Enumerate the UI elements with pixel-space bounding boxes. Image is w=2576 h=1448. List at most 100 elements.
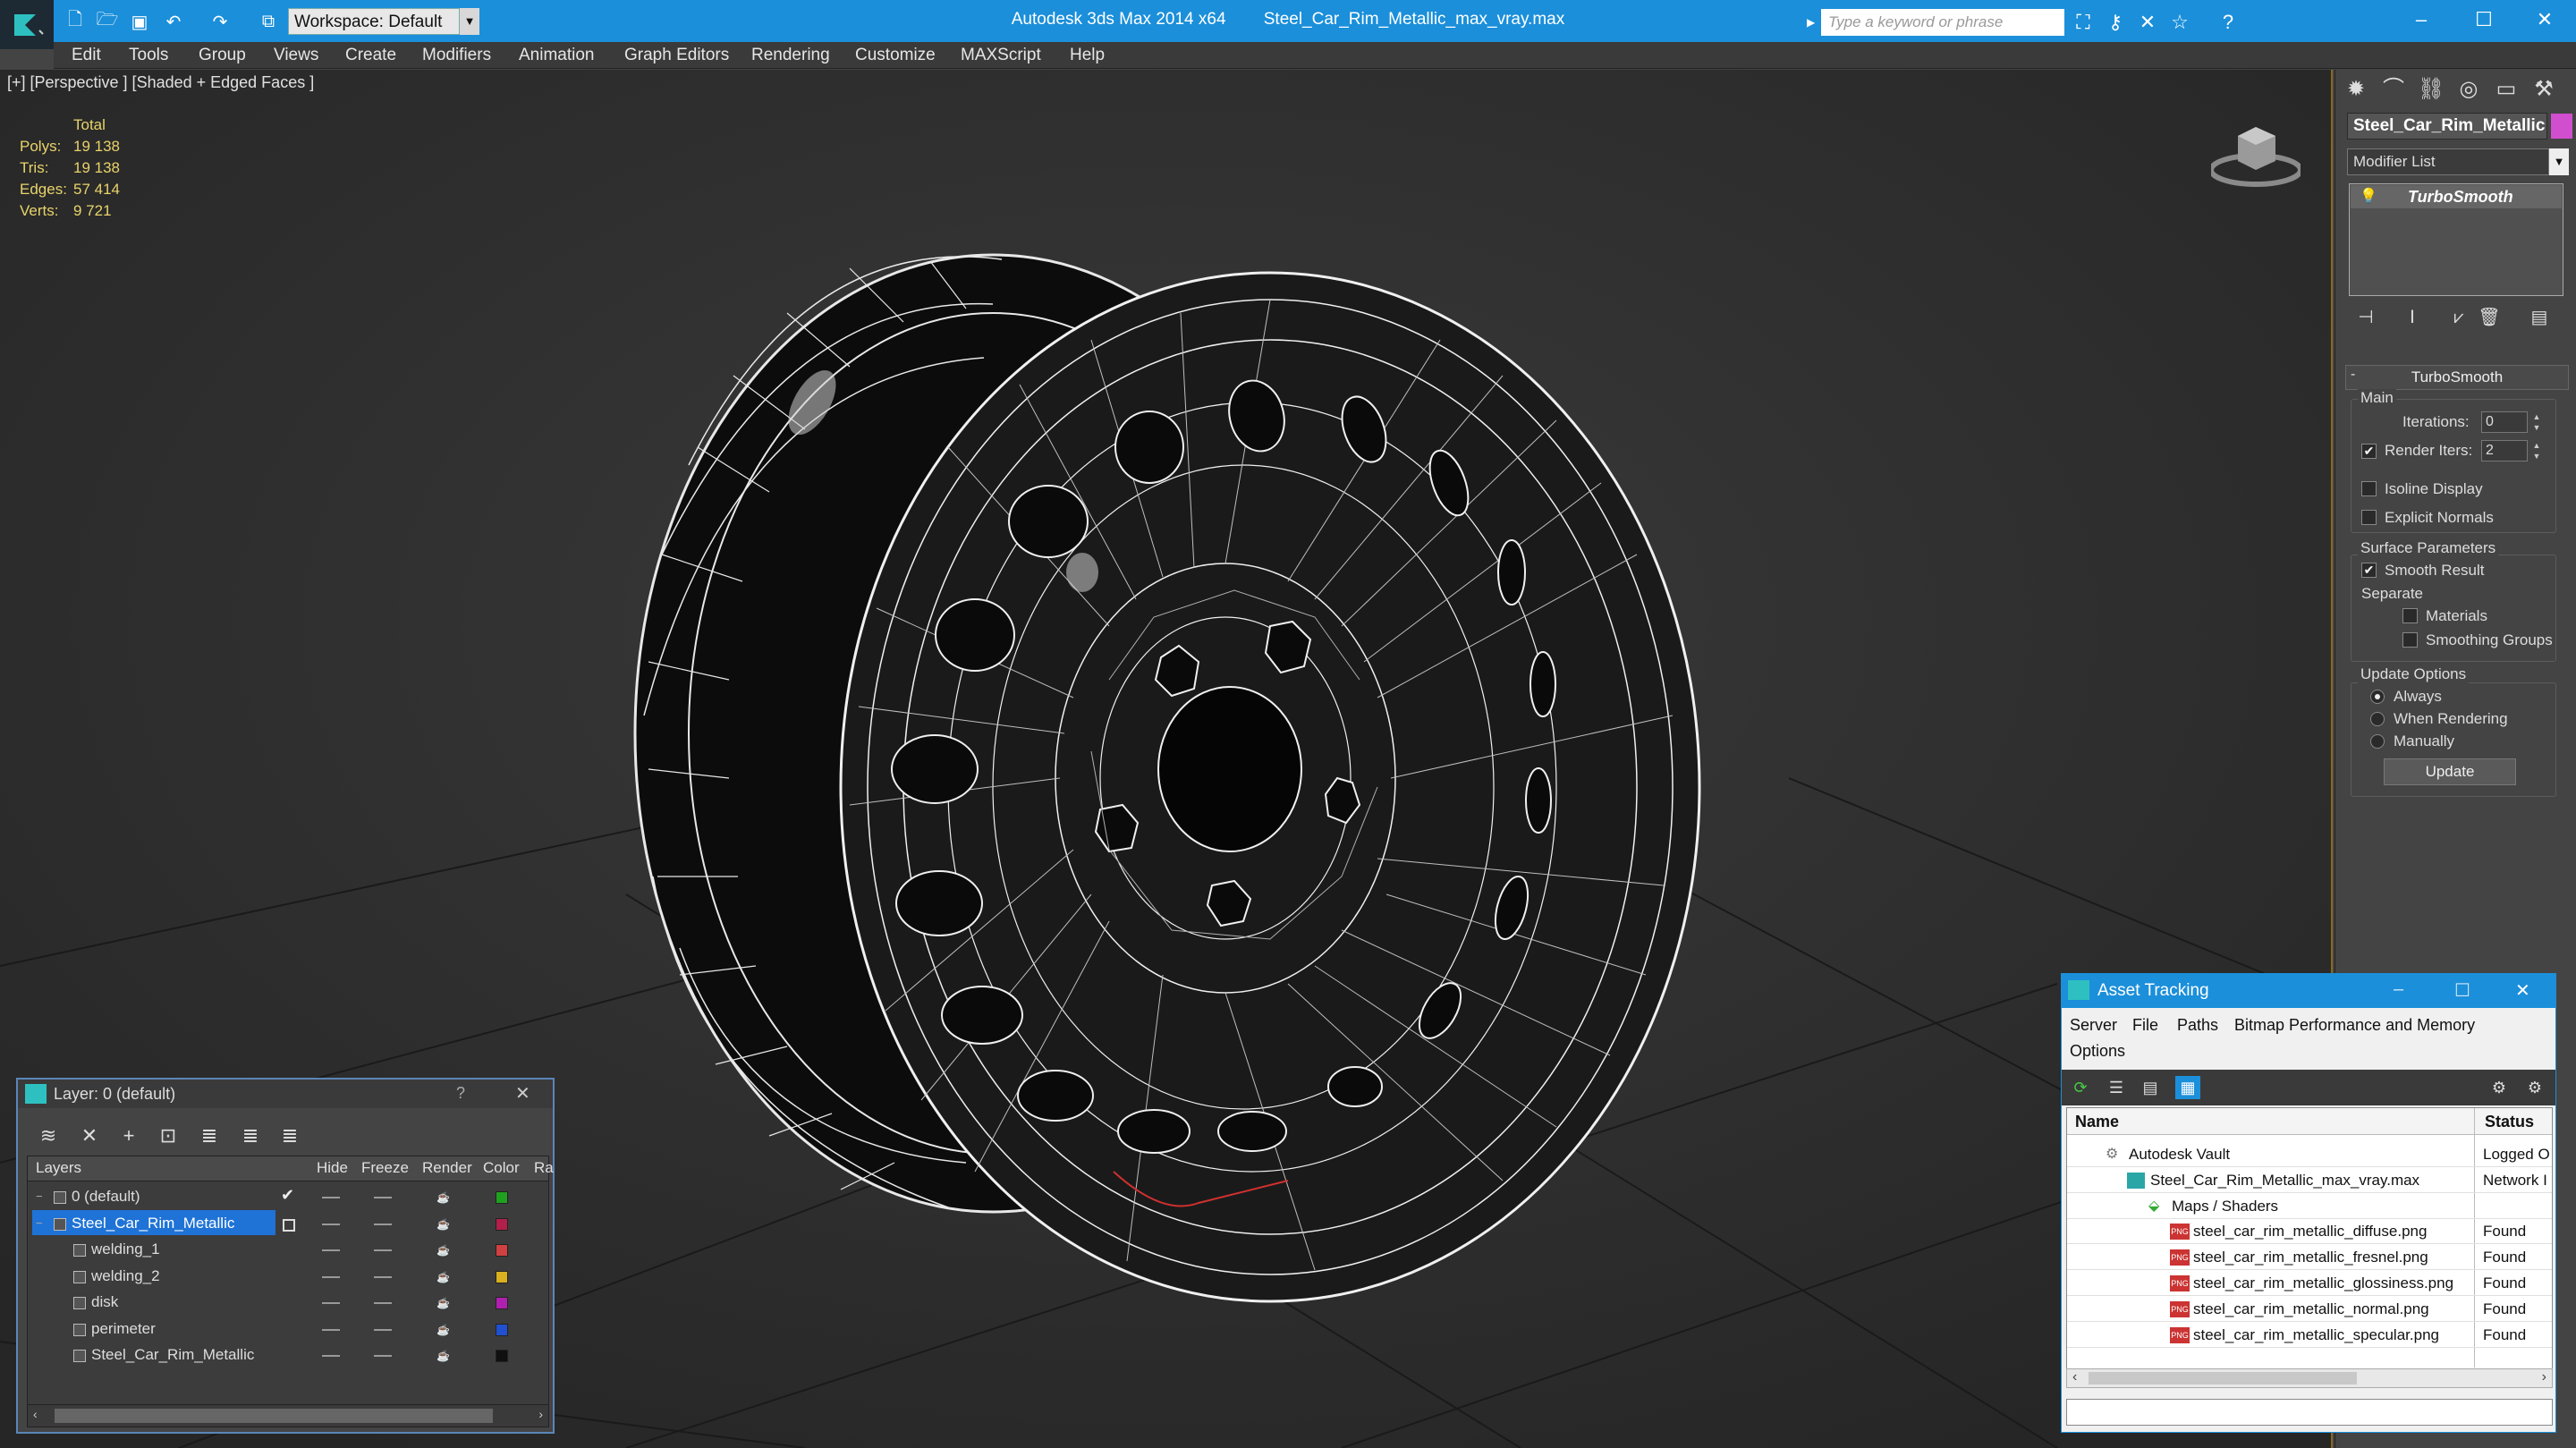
- app-logo-button[interactable]: [0, 0, 54, 49]
- object-name-field[interactable]: Steel_Car_Rim_Metallic: [2347, 113, 2547, 140]
- highlight-selected-icon[interactable]: ≣: [195, 1122, 224, 1149]
- layer-color-swatch[interactable]: [496, 1191, 508, 1204]
- column-radiosity[interactable]: Ra: [534, 1159, 554, 1177]
- lightbulb-icon[interactable]: 💡: [2360, 187, 2377, 205]
- explicit-normals-checkbox[interactable]: [2361, 510, 2377, 525]
- asset-tracking-title[interactable]: Asset Tracking: [2062, 974, 2555, 1008]
- render-teapot-icon[interactable]: ☕: [436, 1191, 451, 1204]
- workspace-dropdown[interactable]: Workspace: Default: [288, 8, 460, 35]
- column-render[interactable]: Render: [422, 1159, 472, 1177]
- column-color[interactable]: Color: [483, 1159, 520, 1177]
- favorites-star-icon[interactable]: ☆: [2166, 9, 2193, 36]
- maximize-icon[interactable]: ☐: [2454, 979, 2470, 1002]
- isoline-display-checkbox[interactable]: [2361, 481, 2377, 496]
- update-when-rendering-radio[interactable]: [2370, 712, 2385, 726]
- asset-name[interactable]: Autodesk Vault: [2129, 1146, 2230, 1164]
- hide-toggle[interactable]: [322, 1328, 340, 1331]
- horizontal-scrollbar[interactable]: ‹ ›: [27, 1404, 549, 1427]
- viewcube[interactable]: [2208, 118, 2303, 190]
- redo-icon[interactable]: ↷: [208, 10, 233, 33]
- scroll-thumb[interactable]: [2089, 1372, 2357, 1384]
- render-teapot-icon[interactable]: ☕: [436, 1271, 451, 1283]
- object-color-swatch[interactable]: [2551, 114, 2572, 139]
- menu-create[interactable]: Create: [345, 42, 396, 69]
- expand-toggle-icon[interactable]: −: [36, 1190, 43, 1203]
- details-view-icon[interactable]: ▤: [2138, 1076, 2163, 1099]
- table-row[interactable]: [32, 1185, 275, 1208]
- hide-toggle[interactable]: [322, 1355, 340, 1357]
- save-file-icon[interactable]: ▣: [127, 10, 152, 33]
- vault-login-icon[interactable]: ⚙: [2487, 1076, 2512, 1099]
- modifier-list-dropdown[interactable]: Modifier List: [2347, 148, 2549, 175]
- modify-tab-icon[interactable]: ⌒: [2376, 73, 2411, 106]
- motion-tab-icon[interactable]: ◎: [2451, 73, 2487, 106]
- pin-stack-icon[interactable]: ⊣: [2352, 304, 2379, 331]
- key-icon[interactable]: ⚷: [2102, 9, 2129, 36]
- menu-customize[interactable]: Customize: [855, 42, 936, 69]
- materials-checkbox[interactable]: [2402, 608, 2418, 623]
- expand-toggle-icon[interactable]: −: [36, 1216, 43, 1230]
- undo-icon[interactable]: ↶: [161, 10, 186, 33]
- update-always-radio[interactable]: [2370, 690, 2385, 704]
- maximize-icon[interactable]: ☐: [2453, 0, 2515, 39]
- menu-help[interactable]: Help: [1070, 42, 1105, 69]
- update-manually-radio[interactable]: [2370, 734, 2385, 749]
- freeze-toggle[interactable]: [374, 1197, 392, 1198]
- asset-name[interactable]: Steel_Car_Rim_Metallic_max_vray.max: [2150, 1172, 2419, 1190]
- freeze-toggle[interactable]: [374, 1275, 392, 1278]
- menu-graph-editors[interactable]: Graph Editors: [624, 42, 729, 69]
- modifier-stack-item[interactable]: TurboSmooth: [2351, 185, 2562, 208]
- column-status[interactable]: Status: [2485, 1113, 2534, 1131]
- chevron-down-icon[interactable]: ▼: [460, 8, 479, 35]
- vault-settings-icon[interactable]: ⚙: [2522, 1076, 2547, 1099]
- layer-name[interactable]: 0 (default): [72, 1188, 140, 1206]
- menu-views[interactable]: Views: [274, 42, 318, 69]
- menu-group[interactable]: Group: [199, 42, 246, 69]
- hierarchy-tab-icon[interactable]: ⛓: [2413, 73, 2449, 106]
- asset-name[interactable]: steel_car_rim_metallic_normal.png: [2193, 1300, 2429, 1318]
- menu-edit[interactable]: Edit: [72, 42, 101, 69]
- render-teapot-icon[interactable]: ☕: [436, 1218, 451, 1231]
- asset-menu-options[interactable]: Options: [2070, 1042, 2125, 1061]
- horizontal-scrollbar[interactable]: ‹ ›: [2066, 1368, 2553, 1388]
- select-objects-icon[interactable]: ⊡: [154, 1122, 182, 1149]
- column-hide[interactable]: Hide: [317, 1159, 348, 1177]
- layer-color-swatch[interactable]: [496, 1270, 508, 1283]
- freeze-toggle[interactable]: [374, 1302, 392, 1304]
- freeze-toggle[interactable]: [374, 1249, 392, 1251]
- menu-maxscript[interactable]: MAXScript: [961, 42, 1041, 69]
- layer-color-swatch[interactable]: [496, 1244, 508, 1257]
- minimize-icon[interactable]: –: [2390, 0, 2453, 39]
- layer-color-swatch[interactable]: [496, 1217, 508, 1231]
- remove-modifier-icon[interactable]: 🗑: [2476, 304, 2503, 331]
- search-input[interactable]: Type a keyword or phrase: [1821, 9, 2064, 36]
- smooth-result-checkbox[interactable]: ✔: [2361, 563, 2377, 578]
- make-unique-icon[interactable]: ⩗: [2445, 304, 2472, 331]
- menu-animation[interactable]: Animation: [519, 42, 595, 69]
- help-icon[interactable]: ?: [456, 1084, 465, 1103]
- spinner-arrows-icon[interactable]: ▲ ▼: [2529, 440, 2544, 461]
- create-tab-icon[interactable]: ✹: [2338, 73, 2374, 106]
- rollout-title[interactable]: TurboSmooth: [2345, 365, 2569, 390]
- collapse-icon[interactable]: -: [2351, 367, 2355, 383]
- layer-name[interactable]: Steel_Car_Rim_Metallic: [91, 1346, 254, 1364]
- menu-rendering[interactable]: Rendering: [751, 42, 830, 69]
- active-layer-check-icon[interactable]: ✔: [281, 1186, 294, 1205]
- update-button[interactable]: Update: [2384, 758, 2516, 785]
- hide-toggle[interactable]: [322, 1223, 340, 1225]
- render-teapot-icon[interactable]: ☕: [436, 1297, 451, 1309]
- render-teapot-icon[interactable]: ☕: [436, 1244, 451, 1257]
- asset-name[interactable]: steel_car_rim_metallic_diffuse.png: [2193, 1223, 2427, 1241]
- render-iters-spinner[interactable]: 2: [2481, 440, 2528, 461]
- minimize-icon[interactable]: –: [2394, 979, 2403, 1000]
- table-view-icon[interactable]: ▦: [2175, 1076, 2200, 1099]
- layer-color-swatch[interactable]: [496, 1350, 508, 1362]
- close-icon[interactable]: ✕: [515, 1082, 530, 1105]
- column-freeze[interactable]: Freeze: [361, 1159, 409, 1177]
- create-layer-icon[interactable]: ≋: [34, 1122, 63, 1149]
- open-file-icon[interactable]: 🗁: [95, 10, 120, 33]
- set-current-layer-icon[interactable]: [283, 1218, 295, 1232]
- display-tab-icon[interactable]: ▭: [2488, 73, 2524, 106]
- column-layers[interactable]: Layers: [36, 1159, 81, 1177]
- scroll-right-icon[interactable]: ›: [2542, 1369, 2546, 1385]
